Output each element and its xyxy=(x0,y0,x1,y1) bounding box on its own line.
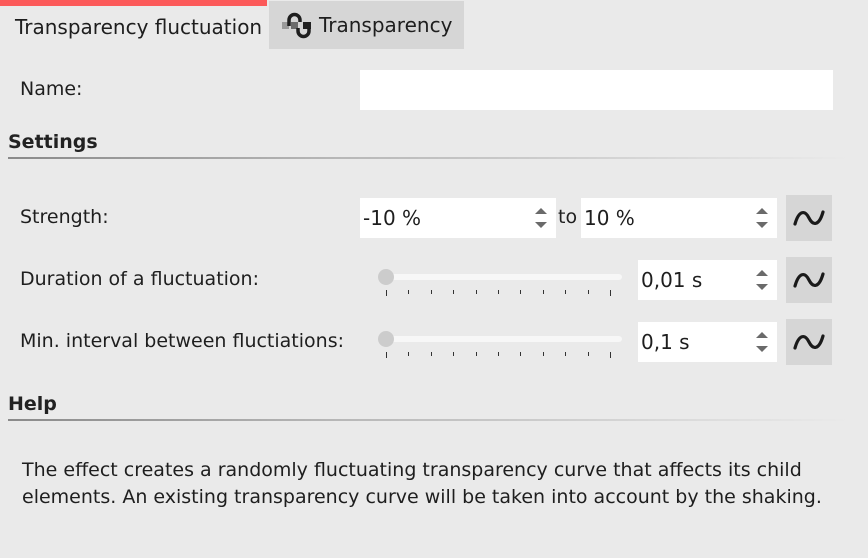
slider-tick xyxy=(453,290,455,294)
tab-transparency[interactable]: Transparency xyxy=(269,1,464,49)
transparency-curve-icon xyxy=(281,10,315,40)
duration-random-button[interactable] xyxy=(786,257,832,303)
strength-to-spinbox[interactable] xyxy=(581,198,777,238)
interval-label: Min. interval between fluctiations: xyxy=(20,330,344,352)
increment-arrow-icon[interactable] xyxy=(756,208,768,214)
slider-ticks xyxy=(378,290,622,298)
slider-tick xyxy=(587,352,589,356)
slider-track xyxy=(382,336,622,342)
slider-tick xyxy=(498,352,499,356)
decrement-arrow-icon[interactable] xyxy=(756,222,768,228)
slider-thumb[interactable] xyxy=(378,331,394,347)
decrement-arrow-icon[interactable] xyxy=(756,346,768,352)
slider-tick xyxy=(475,352,477,356)
slider-tick xyxy=(453,352,455,356)
slider-tick xyxy=(565,352,567,356)
slider-tick xyxy=(520,352,522,356)
decrement-arrow-icon[interactable] xyxy=(535,222,547,228)
slider-tick xyxy=(610,290,611,296)
increment-arrow-icon[interactable] xyxy=(756,270,768,276)
duration-slider[interactable] xyxy=(378,262,622,302)
slider-tick xyxy=(542,290,544,294)
settings-heading: Settings xyxy=(8,131,98,153)
strength-random-button[interactable] xyxy=(786,195,832,241)
slider-tick xyxy=(475,290,477,294)
tab-label: Transparency xyxy=(319,13,453,37)
slider-tick xyxy=(587,290,589,294)
slider-tick xyxy=(408,290,410,294)
strength-from-spinbox[interactable] xyxy=(360,198,556,238)
slider-thumb[interactable] xyxy=(378,269,394,285)
decrement-arrow-icon[interactable] xyxy=(756,284,768,290)
name-label: Name: xyxy=(20,78,83,100)
slider-tick xyxy=(386,290,387,296)
slider-tick xyxy=(565,290,567,294)
slider-tick xyxy=(542,352,544,356)
increment-arrow-icon[interactable] xyxy=(756,332,768,338)
to-label: to xyxy=(558,206,578,228)
settings-divider xyxy=(8,157,850,159)
help-text: The effect creates a randomly fluctuatin… xyxy=(22,459,822,508)
interval-spinbox[interactable] xyxy=(638,322,777,362)
interval-slider[interactable] xyxy=(378,324,622,364)
duration-spinbox[interactable] xyxy=(638,260,777,300)
tab-label: Transparency fluctuation xyxy=(15,15,263,39)
slider-tick xyxy=(610,352,611,358)
increment-arrow-icon[interactable] xyxy=(535,208,547,214)
effect-properties-panel: Transparency fluctuation Transparency Na… xyxy=(0,0,868,558)
slider-tick xyxy=(430,290,432,294)
help-divider xyxy=(8,419,850,421)
slider-tick xyxy=(430,352,432,356)
wave-icon xyxy=(793,272,825,288)
slider-ticks xyxy=(378,352,622,360)
tab-transparency-fluctuation[interactable]: Transparency fluctuation xyxy=(0,0,267,50)
slider-tick xyxy=(520,290,522,294)
wave-icon xyxy=(793,210,825,226)
slider-tick xyxy=(408,352,410,356)
name-input[interactable] xyxy=(360,70,833,110)
help-heading: Help xyxy=(8,393,57,415)
interval-random-button[interactable] xyxy=(786,319,832,365)
strength-label: Strength: xyxy=(20,206,109,228)
wave-icon xyxy=(793,334,825,350)
slider-tick xyxy=(498,290,499,294)
slider-tick xyxy=(386,352,387,358)
duration-label: Duration of a fluctuation: xyxy=(20,268,259,290)
slider-track xyxy=(382,274,622,280)
